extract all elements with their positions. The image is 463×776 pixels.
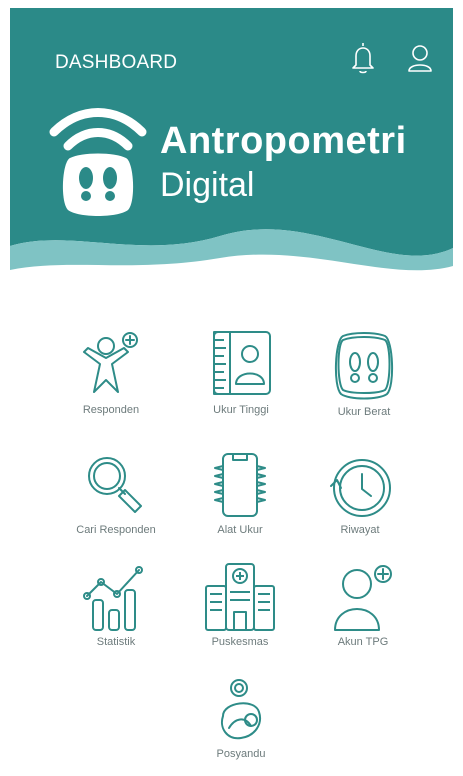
menu-puskesmas[interactable]: Puskesmas: [185, 560, 295, 660]
menu-label: Puskesmas: [211, 636, 269, 648]
height-ruler-id-icon: [213, 331, 271, 395]
menu-statistik[interactable]: Statistik: [61, 560, 171, 660]
menu-label: Posyandu: [216, 748, 266, 760]
mother-child-icon: [221, 679, 261, 740]
menu-responden[interactable]: Responden: [56, 328, 166, 428]
add-account-icon: [334, 565, 392, 631]
header-banner: DASHBOARD Antropometri Digital: [10, 8, 453, 280]
chart-icon: [83, 566, 143, 631]
menu-ukur-tinggi[interactable]: Ukur Tinggi: [186, 328, 296, 428]
scale-icon: [334, 332, 394, 400]
menu-label: Riwayat: [340, 524, 380, 536]
add-person-icon: [83, 332, 138, 393]
menu-label: Cari Responden: [76, 524, 156, 536]
user-icon[interactable]: [405, 40, 435, 76]
brand-title: Antropometri: [160, 120, 407, 162]
menu-label: Ukur Tinggi: [213, 404, 269, 416]
history-clock-icon: [330, 459, 391, 517]
page-title: DASHBOARD: [55, 52, 178, 73]
menu-alat-ukur[interactable]: Alat Ukur: [185, 452, 295, 552]
brand-subtitle: Digital: [160, 166, 255, 204]
menu-akun-tpg[interactable]: Akun TPG: [308, 560, 418, 660]
menu-label: Responden: [82, 404, 140, 416]
hospital-icon: [205, 563, 275, 631]
device-chip-icon: [214, 453, 266, 517]
scale-wifi-logo: [48, 102, 148, 220]
menu-label: Alat Ukur: [217, 524, 263, 536]
menu-label: Akun TPG: [337, 636, 389, 648]
menu-ukur-berat[interactable]: Ukur Berat: [309, 330, 419, 430]
menu-posyandu[interactable]: Posyandu: [186, 676, 296, 776]
menu-riwayat[interactable]: Riwayat: [305, 456, 415, 556]
bell-icon[interactable]: [348, 40, 378, 76]
menu-label: Ukur Berat: [337, 406, 391, 418]
search-icon: [88, 457, 142, 513]
menu-label: Statistik: [96, 636, 136, 648]
menu-cari-responden[interactable]: Cari Responden: [61, 452, 171, 552]
